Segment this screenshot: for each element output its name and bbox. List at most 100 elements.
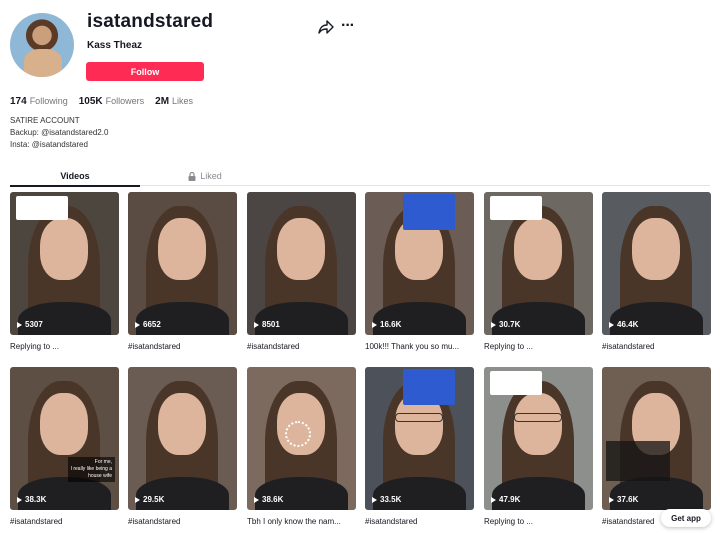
person-face: [158, 218, 206, 280]
video-thumbnail[interactable]: 47.9K: [484, 367, 593, 510]
video-thumbnail[interactable]: 37.6K: [602, 367, 711, 510]
likes-label: Likes: [172, 96, 194, 106]
view-count-text: 37.6K: [617, 495, 639, 504]
bio-line: Backup: @isatandstared2.0: [10, 128, 109, 137]
view-count-text: 47.9K: [499, 495, 521, 504]
stats-row: 174 Following 105K Followers 2M Likes: [10, 96, 193, 107]
reply-comment-sticker: [490, 196, 542, 220]
view-count: 29.5K: [135, 495, 164, 504]
view-count-text: 16.6K: [380, 320, 402, 329]
view-count: 16.6K: [372, 320, 401, 329]
avatar[interactable]: [10, 13, 74, 77]
video-description[interactable]: #isatandstared: [602, 342, 711, 351]
video-description[interactable]: #isatandstared: [365, 517, 474, 526]
play-icon: [17, 321, 22, 328]
tab-liked[interactable]: Liked: [140, 166, 270, 186]
more-options-icon[interactable]: ···: [341, 18, 355, 34]
share-icon[interactable]: [318, 19, 334, 35]
video-thumbnail[interactable]: 6652: [128, 192, 237, 335]
follow-button[interactable]: Follow: [86, 62, 204, 81]
person-shirt: [610, 302, 703, 335]
person-shirt: [255, 477, 348, 510]
view-count-text: 6652: [143, 320, 161, 329]
person-shirt: [18, 302, 111, 335]
person-face: [632, 218, 680, 280]
reply-comment-sticker: [490, 371, 542, 395]
view-count: 8501: [254, 320, 280, 329]
following-label: Following: [29, 96, 68, 106]
person-shirt: [610, 477, 703, 510]
video-thumbnail[interactable]: 38.6K: [247, 367, 356, 510]
reply-comment-sticker: [16, 196, 68, 220]
nickname: Kass Theaz: [87, 40, 143, 51]
username: isatandstared: [87, 11, 214, 32]
followers-label: Followers: [105, 96, 145, 106]
video-description[interactable]: Replying to ...: [484, 517, 593, 526]
following-stat[interactable]: 174 Following: [10, 96, 68, 107]
profile-tabs: Videos Liked: [10, 166, 710, 187]
tab-videos-label: Videos: [60, 171, 90, 181]
bio-line: Insta: @isatandstared: [10, 140, 88, 149]
play-icon: [491, 321, 496, 328]
video-description[interactable]: Replying to ...: [10, 342, 119, 351]
video-description[interactable]: Tbh I only know the nam...: [247, 517, 356, 526]
video-thumbnail[interactable]: 8501: [247, 192, 356, 335]
play-icon: [135, 321, 140, 328]
video-description[interactable]: Replying to ...: [484, 342, 593, 351]
followers-count: 105K: [78, 96, 103, 107]
view-count-text: 38.6K: [262, 495, 284, 504]
text-sticker: [403, 194, 455, 230]
video-description[interactable]: #isatandstared: [128, 342, 237, 351]
video-thumbnail[interactable]: 5307: [10, 192, 119, 335]
person-face: [277, 218, 325, 280]
likes-count: 2M: [155, 96, 170, 107]
video-description[interactable]: 100k!!! Thank you so mu...: [365, 342, 474, 351]
video-thumbnail[interactable]: 29.5K: [128, 367, 237, 510]
video-thumbnail[interactable]: 46.4K: [602, 192, 711, 335]
person-face: [158, 393, 206, 455]
lock-icon: [188, 171, 196, 181]
person-shirt: [492, 477, 585, 510]
view-count-text: 38.3K: [25, 495, 47, 504]
view-count-text: 29.5K: [143, 495, 165, 504]
get-app-button[interactable]: Get app: [661, 509, 711, 527]
view-count: 38.3K: [17, 495, 46, 504]
video-thumbnail[interactable]: 33.5K: [365, 367, 474, 510]
play-icon: [254, 496, 259, 503]
view-count-text: 8501: [262, 320, 280, 329]
glasses: [514, 413, 562, 422]
text-sticker: [403, 369, 455, 405]
person-shirt: [255, 302, 348, 335]
video-description[interactable]: #isatandstared: [10, 517, 119, 526]
text-overlay: [606, 441, 670, 481]
person-shirt: [136, 302, 229, 335]
person-shirt: [373, 302, 466, 335]
play-icon: [135, 496, 140, 503]
followers-stat[interactable]: 105K Followers: [79, 96, 144, 107]
video-description[interactable]: #isatandstared: [247, 342, 356, 351]
person-shirt: [492, 302, 585, 335]
play-icon: [609, 321, 614, 328]
video-thumbnail[interactable]: For me, I really like being a house wife…: [10, 367, 119, 510]
view-count: 5307: [17, 320, 43, 329]
likes-stat: 2M Likes: [155, 96, 193, 107]
view-count-text: 30.7K: [499, 320, 521, 329]
view-count: 6652: [135, 320, 161, 329]
face-filter-effect: [285, 421, 311, 447]
view-count-text: 46.4K: [617, 320, 639, 329]
video-thumbnail[interactable]: 30.7K: [484, 192, 593, 335]
view-count-text: 33.5K: [380, 495, 402, 504]
tab-videos[interactable]: Videos: [10, 166, 140, 187]
play-icon: [609, 496, 614, 503]
tab-liked-label: Liked: [200, 171, 222, 181]
video-description[interactable]: #isatandstared: [128, 517, 237, 526]
person-face: [514, 218, 562, 280]
person-face: [40, 393, 88, 455]
video-thumbnail[interactable]: 16.6K: [365, 192, 474, 335]
bio: SATIRE ACCOUNT Backup: @isatandstared2.0…: [10, 115, 108, 151]
following-count: 174: [10, 96, 27, 107]
view-count: 33.5K: [372, 495, 401, 504]
glasses: [395, 413, 443, 422]
view-count: 46.4K: [609, 320, 638, 329]
view-count-text: 5307: [25, 320, 43, 329]
